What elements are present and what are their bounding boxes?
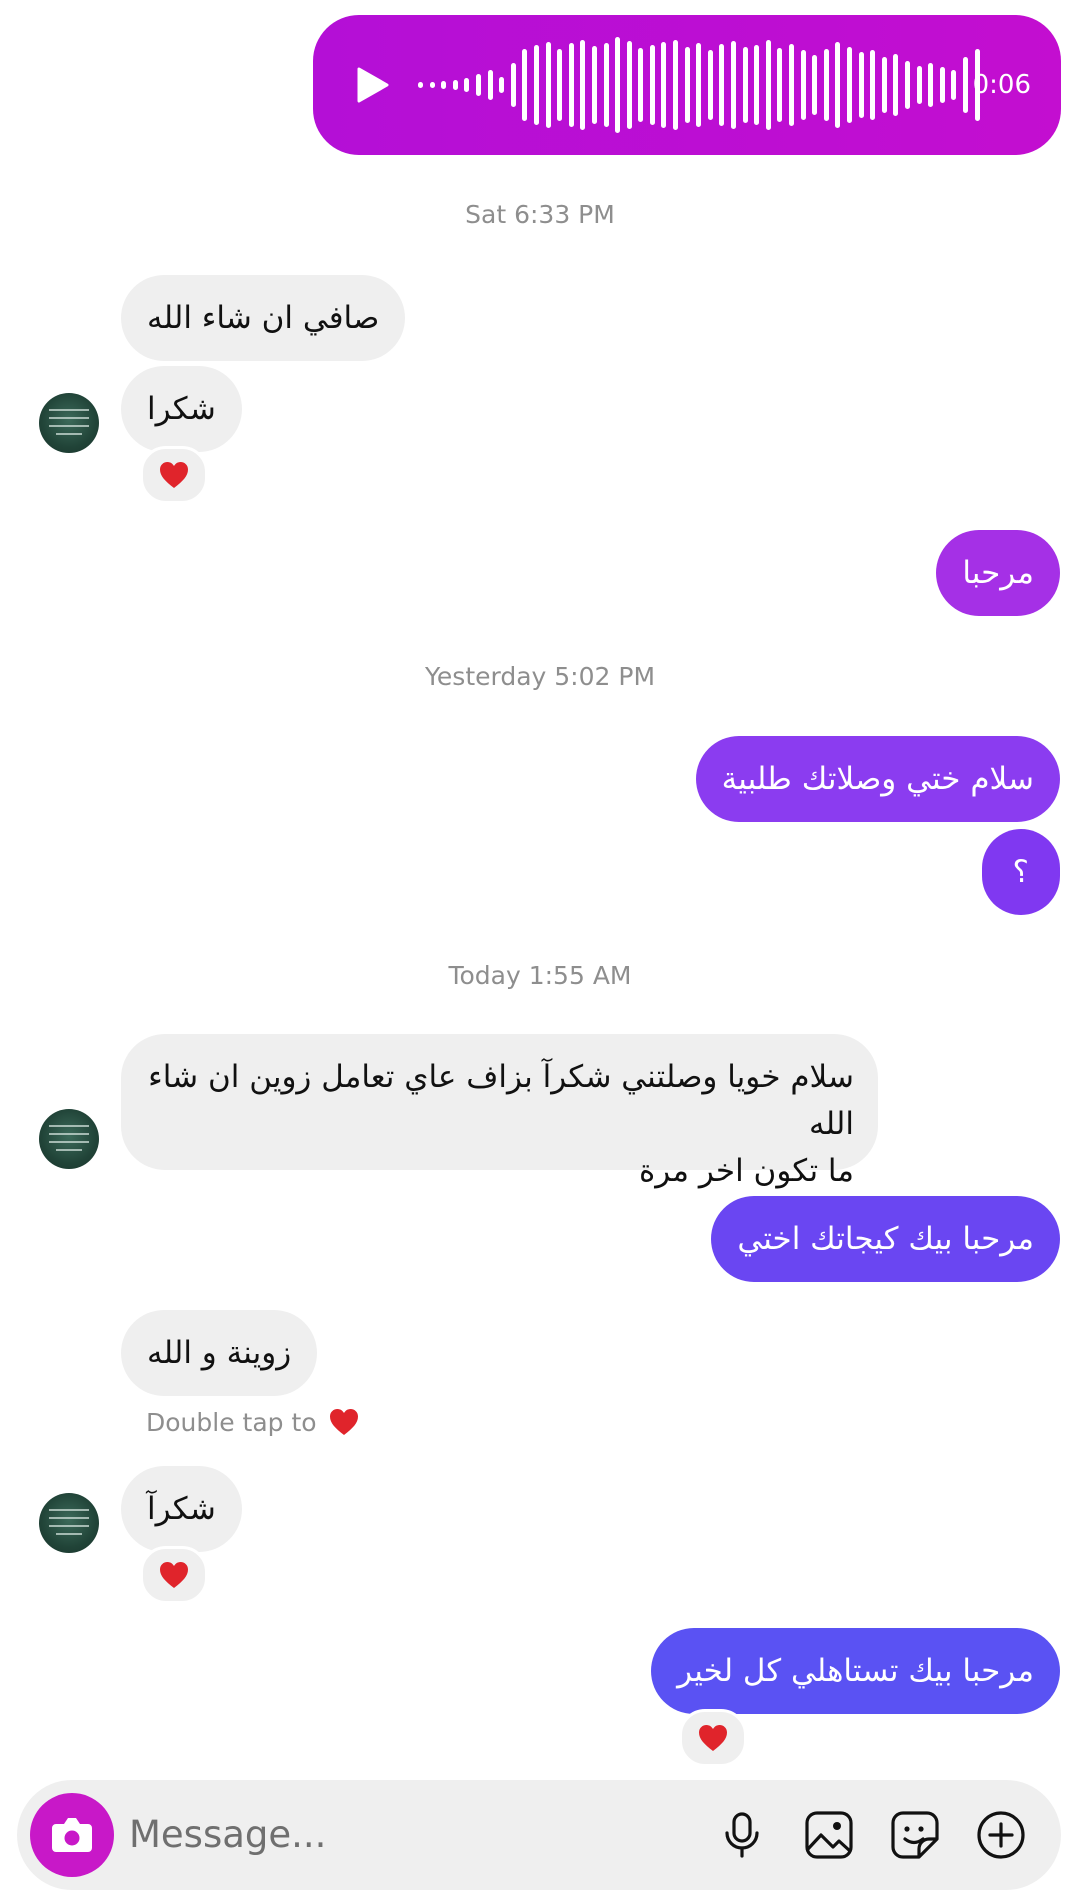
outgoing-message[interactable]: مرحبا xyxy=(936,530,1060,616)
hint-text: Double tap to xyxy=(146,1408,317,1437)
waveform-bar xyxy=(580,40,586,130)
outgoing-message[interactable]: سلام ختي وصلاتك طلبية xyxy=(695,736,1060,822)
waveform-bar xyxy=(928,63,934,107)
avatar[interactable] xyxy=(39,1493,99,1553)
double-tap-hint[interactable]: Double tap to xyxy=(146,1408,359,1437)
timestamp: Today 1:55 AM xyxy=(448,961,632,990)
waveform-bar xyxy=(615,37,621,133)
waveform-bar xyxy=(754,45,760,125)
waveform-bar xyxy=(487,70,493,100)
waveform-bar xyxy=(475,74,481,96)
waveform-bar xyxy=(835,42,841,128)
message-line: سلام خويا وصلتني شكرآ بزاف عاي تعامل زوي… xyxy=(148,1059,854,1142)
sticker-icon[interactable] xyxy=(889,1809,941,1861)
plus-icon[interactable] xyxy=(975,1809,1027,1861)
waveform-bar xyxy=(707,50,713,120)
incoming-message[interactable]: سلام خويا وصلتني شكرآ بزاف عاي تعامل زوي… xyxy=(121,1034,878,1189)
waveform-bar xyxy=(858,52,864,118)
waveform-bar xyxy=(429,82,435,88)
waveform-bar xyxy=(510,63,516,107)
message-composer: Message... xyxy=(17,1780,1061,1890)
waveform-bar xyxy=(522,49,528,121)
waveform-bar xyxy=(452,80,458,90)
play-icon[interactable] xyxy=(351,65,391,105)
waveform-bar xyxy=(441,81,447,89)
reaction[interactable] xyxy=(679,1709,747,1767)
incoming-message[interactable]: شكرآ xyxy=(121,1466,242,1552)
waveform-bar xyxy=(684,47,690,123)
camera-icon xyxy=(52,1818,92,1852)
voice-message[interactable]: 0:06 xyxy=(313,15,1061,155)
avatar[interactable] xyxy=(39,1109,99,1169)
waveform-bar xyxy=(568,43,574,127)
message-line: ما تكون اخر مرة xyxy=(639,1153,854,1189)
waveform-bar xyxy=(545,42,551,128)
waveform-bar xyxy=(719,44,725,126)
waveform-bar xyxy=(789,44,794,126)
heart-icon xyxy=(329,1409,358,1435)
waveform-bar xyxy=(765,40,771,130)
waveform xyxy=(418,35,986,135)
waveform-bar xyxy=(846,47,852,123)
waveform-bar xyxy=(418,82,423,88)
waveform-bar xyxy=(661,42,667,128)
incoming-message[interactable]: شكرا xyxy=(121,366,242,452)
waveform-bar xyxy=(731,41,737,129)
avatar[interactable] xyxy=(39,393,99,453)
waveform-bar xyxy=(777,48,783,122)
waveform-bar xyxy=(591,46,597,124)
outgoing-message[interactable]: مرحبا بيك تستاهلي كل لخير xyxy=(651,1628,1060,1714)
waveform-bar xyxy=(881,57,887,113)
voice-duration: 0:06 xyxy=(972,70,1031,100)
heart-icon xyxy=(160,462,188,488)
waveform-bar xyxy=(673,40,679,130)
waveform-bar xyxy=(904,61,910,109)
heart-icon xyxy=(699,1725,727,1751)
reaction[interactable] xyxy=(140,1546,208,1604)
waveform-bar xyxy=(533,45,539,125)
waveform-bar xyxy=(638,48,644,122)
waveform-bar xyxy=(696,43,702,127)
camera-button[interactable] xyxy=(30,1793,114,1877)
outgoing-message[interactable]: مرحبا بيك كيجاتك اختي xyxy=(711,1196,1060,1282)
waveform-bar xyxy=(557,49,563,121)
waveform-bar xyxy=(823,49,829,121)
waveform-bar xyxy=(939,67,945,103)
waveform-bar xyxy=(800,50,806,120)
waveform-bar xyxy=(951,70,957,100)
timestamp: Yesterday 5:02 PM xyxy=(424,662,656,691)
waveform-bar xyxy=(742,47,748,123)
waveform-bar xyxy=(916,66,922,104)
incoming-message[interactable]: صافي ان شاء الله xyxy=(121,275,406,361)
message-input[interactable]: Message... xyxy=(129,1780,326,1890)
waveform-bar xyxy=(812,55,818,115)
waveform-bar xyxy=(649,45,655,125)
waveform-bar xyxy=(962,57,968,113)
waveform-bar xyxy=(464,78,470,92)
timestamp: Sat 6:33 PM xyxy=(465,200,615,229)
outgoing-message[interactable]: ؟ xyxy=(981,829,1060,915)
waveform-bar xyxy=(893,54,899,116)
microphone-icon[interactable] xyxy=(716,1809,768,1861)
incoming-message[interactable]: زوينة و الله xyxy=(121,1310,318,1396)
gallery-icon[interactable] xyxy=(803,1809,855,1861)
waveform-bar xyxy=(626,41,632,129)
reaction[interactable] xyxy=(140,446,208,504)
heart-icon xyxy=(160,1562,188,1588)
waveform-bar xyxy=(603,43,609,127)
waveform-bar xyxy=(499,77,505,93)
waveform-bar xyxy=(870,50,876,120)
